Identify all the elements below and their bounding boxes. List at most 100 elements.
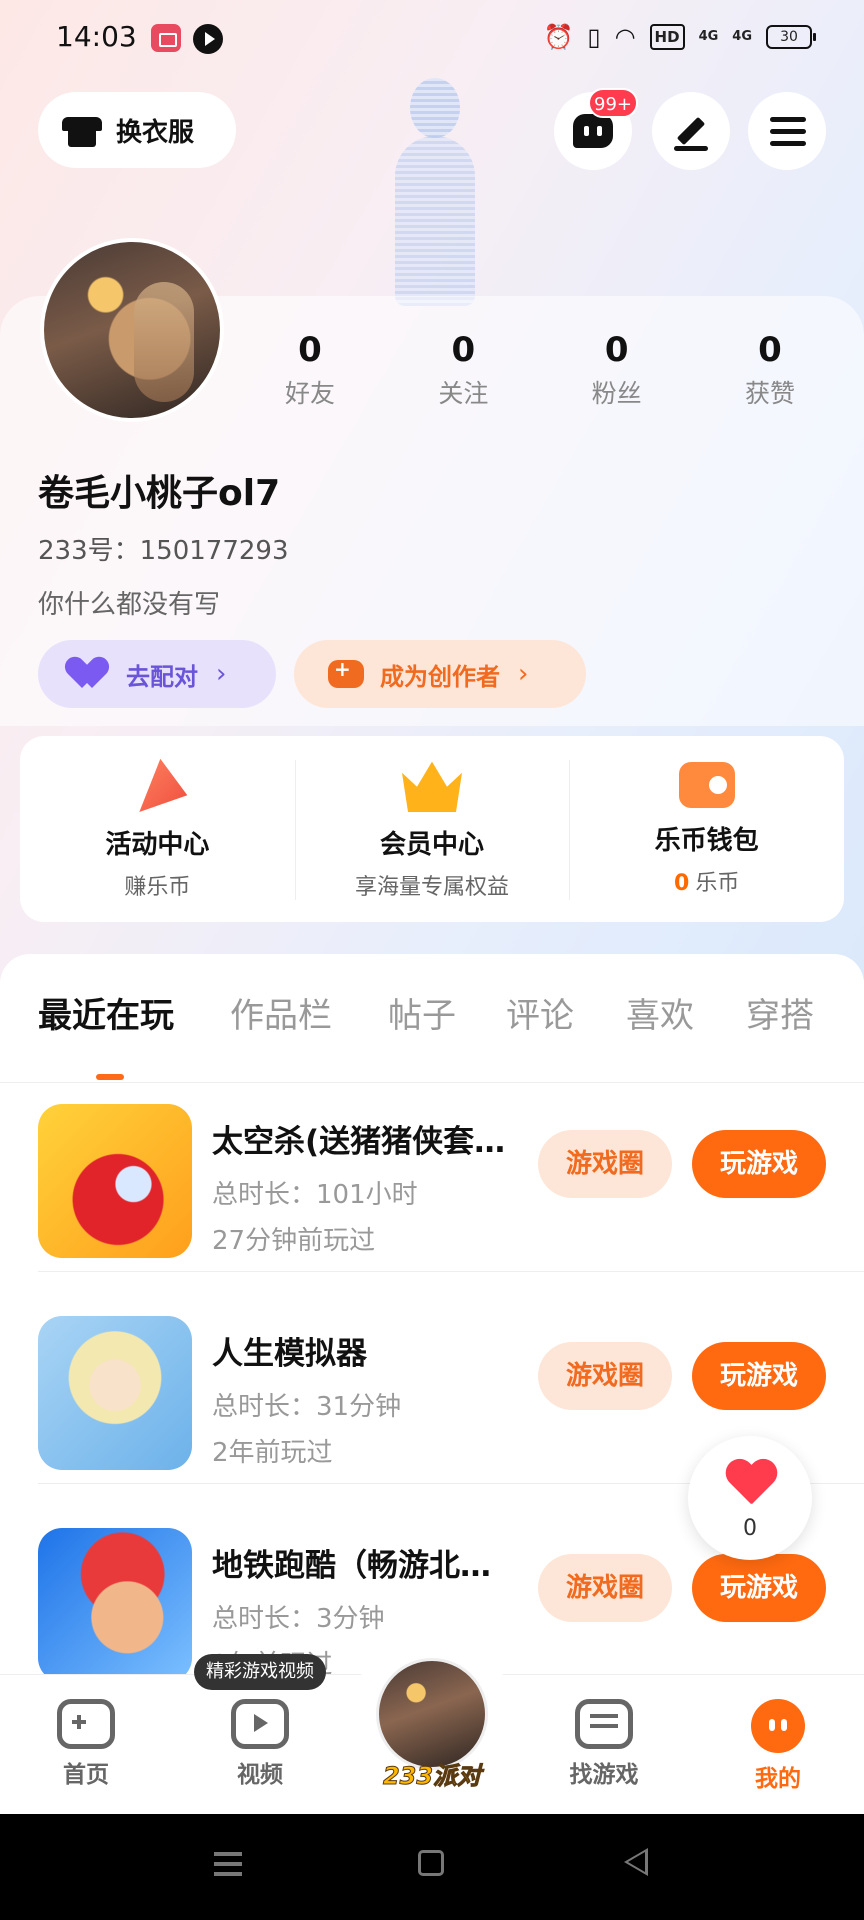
play-game-button[interactable]: 玩游戏 — [692, 1554, 826, 1622]
stat-label: 关注 — [438, 379, 489, 408]
chevron-right-icon: › — [216, 659, 227, 689]
stat-fans[interactable]: 0 粉丝 — [557, 330, 677, 410]
user-id[interactable]: 233号：150177293 — [38, 530, 289, 567]
service-vip-center[interactable]: 会员中心 享海量专属权益 — [294, 736, 570, 922]
game-title: 人生模拟器 — [212, 1336, 367, 1372]
game-circle-button[interactable]: 游戏圈 — [538, 1130, 672, 1198]
nav-label: 视频 — [237, 1762, 283, 1788]
heart-icon — [724, 1460, 778, 1508]
menu-icon — [770, 117, 806, 122]
nav-home[interactable]: 首页 — [26, 1699, 146, 1789]
edit-profile-button[interactable] — [652, 92, 730, 170]
game-circle-button[interactable]: 游戏圈 — [538, 1554, 672, 1622]
status-icons: ⏰ ▯ ◠ HD 4G 4G 30 — [543, 22, 816, 52]
home-icon[interactable] — [418, 1850, 444, 1876]
service-subtitle: 赚乐币 — [124, 875, 191, 900]
music-app-icon — [193, 24, 223, 54]
coin-balance: 0 — [674, 871, 690, 896]
change-outfit-button[interactable]: 换衣服 — [38, 92, 236, 168]
stat-value: 0 — [298, 330, 322, 370]
video-icon — [231, 1699, 289, 1749]
menu-button[interactable] — [748, 92, 826, 170]
service-wallet[interactable]: 乐币钱包 0 乐币 — [569, 736, 844, 922]
game-circle-button[interactable]: 游戏圈 — [538, 1342, 672, 1410]
content-card: 最近在玩 作品栏 帖子 评论 喜欢 穿搭 太空杀(送猪猪侠套… 总时长：101小… — [0, 954, 864, 1682]
nav-party-avatar[interactable] — [376, 1658, 488, 1770]
nickname: 卷毛小桃子ol7 — [38, 473, 281, 514]
game-duration: 总时长：101小时 — [212, 1180, 418, 1210]
avatar-figure-body — [395, 136, 475, 306]
nav-find-games[interactable]: 找游戏 — [544, 1699, 664, 1789]
face-icon — [751, 1699, 805, 1753]
game-last-played: 27分钟前玩过 — [212, 1226, 376, 1256]
tab-comments[interactable]: 评论 — [506, 988, 574, 1037]
profile-stats: 0 好友 0 关注 0 粉丝 0 获赞 — [250, 330, 830, 410]
stat-label: 粉丝 — [591, 379, 642, 408]
signal-icon-1: 4G — [698, 29, 719, 44]
service-card: 活动中心 赚乐币 会员中心 享海量专属权益 乐币钱包 0 乐币 — [20, 736, 844, 922]
gamepad-icon — [57, 1699, 115, 1749]
game-duration: 总时长：31分钟 — [212, 1392, 402, 1422]
menu-icon-line — [770, 129, 806, 134]
nav-label: 找游戏 — [569, 1762, 639, 1788]
gamepad-icon — [328, 657, 364, 688]
nav-me[interactable]: 我的 — [718, 1699, 838, 1793]
play-game-button[interactable]: 玩游戏 — [692, 1130, 826, 1198]
system-nav-bar — [0, 1814, 864, 1920]
back-icon[interactable] — [624, 1848, 648, 1876]
match-button[interactable]: 去配对 › — [38, 640, 276, 708]
bio[interactable]: 你什么都没有写 — [38, 584, 220, 621]
match-label: 去配对 — [126, 662, 198, 691]
game-icon[interactable] — [38, 1528, 192, 1682]
service-subtitle: 享海量专属权益 — [355, 875, 510, 900]
service-title: 活动中心 — [105, 830, 210, 860]
recent-apps-icon[interactable] — [214, 1852, 242, 1856]
stat-likes[interactable]: 0 获赞 — [710, 330, 830, 410]
stat-following[interactable]: 0 关注 — [403, 330, 523, 410]
tab-posts[interactable]: 帖子 — [388, 988, 456, 1037]
stat-friends[interactable]: 0 好友 — [250, 330, 370, 410]
wallet-icon — [678, 762, 735, 808]
pen-underline — [674, 146, 708, 151]
tab-likes[interactable]: 喜欢 — [626, 988, 694, 1037]
tab-recent-played[interactable]: 最近在玩 — [38, 988, 174, 1037]
game-icon[interactable] — [38, 1316, 192, 1470]
hd-icon: HD — [649, 24, 685, 50]
service-title: 乐币钱包 — [654, 826, 759, 856]
pen-icon — [676, 116, 706, 146]
stat-value: 0 — [451, 330, 476, 370]
list-item[interactable]: 太空杀(送猪猪侠套… 总时长：101小时 27分钟前玩过 游戏圈 玩游戏 — [0, 1060, 864, 1272]
stat-label: 好友 — [284, 379, 335, 408]
heart-icon — [72, 658, 110, 690]
play-game-button[interactable]: 玩游戏 — [692, 1342, 826, 1410]
screen-record-icon — [151, 24, 181, 52]
chevron-right-icon: › — [518, 659, 529, 689]
alarm-icon: ⏰ — [543, 23, 574, 51]
tab-bar: 最近在玩 作品栏 帖子 评论 喜欢 穿搭 — [0, 978, 864, 1083]
nav-video[interactable]: 视频 — [200, 1699, 320, 1789]
tab-outfits[interactable]: 穿搭 — [746, 988, 814, 1037]
nav-label: 首页 — [63, 1762, 109, 1788]
avatar-figure[interactable] — [380, 78, 490, 306]
video-tooltip: 精彩游戏视频 — [194, 1654, 326, 1690]
service-title: 会员中心 — [380, 830, 485, 860]
like-count: 0 — [743, 1516, 757, 1541]
avatar-figure-head — [410, 78, 460, 138]
become-creator-button[interactable]: 成为创作者 › — [294, 640, 586, 708]
status-bar: 14:03 ⏰ ▯ ◠ HD 4G 4G 30 — [0, 0, 864, 76]
message-badge: 99+ — [588, 88, 638, 118]
service-subtitle: 0 乐币 — [569, 865, 844, 897]
game-duration: 总时长：3分钟 — [212, 1604, 385, 1634]
coin-unit: 乐币 — [695, 871, 740, 896]
stat-label: 获赞 — [744, 379, 795, 408]
game-icon[interactable] — [38, 1104, 192, 1258]
change-outfit-label: 换衣服 — [116, 117, 195, 148]
party-icon — [139, 758, 188, 812]
menu-icon-line — [770, 141, 806, 146]
avatar[interactable] — [40, 238, 224, 422]
floating-like-button[interactable]: 0 — [688, 1436, 812, 1560]
tab-works[interactable]: 作品栏 — [230, 988, 332, 1037]
game-title: 太空杀(送猪猪侠套… — [212, 1124, 506, 1160]
service-activity-center[interactable]: 活动中心 赚乐币 — [20, 736, 295, 922]
nav-party-label[interactable]: 233派对 — [372, 1756, 492, 1791]
